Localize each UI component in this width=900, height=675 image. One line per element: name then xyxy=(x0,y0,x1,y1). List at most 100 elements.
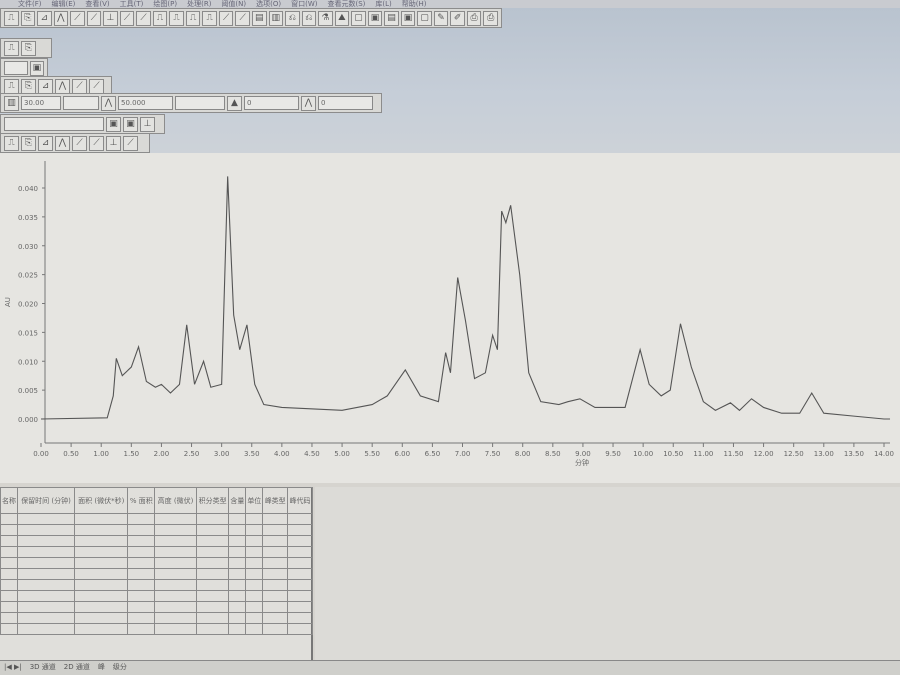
tool-button[interactable]: ⊥ xyxy=(103,10,118,26)
table-cell[interactable] xyxy=(154,546,197,558)
table-cell[interactable] xyxy=(154,557,197,569)
table-cell[interactable] xyxy=(228,579,247,591)
empty-field-2[interactable] xyxy=(175,96,225,110)
tool-button[interactable]: ⎍ xyxy=(169,10,184,26)
table-row[interactable] xyxy=(0,579,313,591)
table-cell[interactable] xyxy=(74,568,129,580)
column-header[interactable]: 峰代码 xyxy=(287,487,313,514)
tool-button[interactable]: ▤ xyxy=(384,10,399,26)
tool-button[interactable]: ▣ xyxy=(106,116,121,132)
tool-button[interactable]: ⎍ xyxy=(185,10,201,26)
table-cell[interactable] xyxy=(195,579,230,591)
tool-button[interactable]: ▣ xyxy=(29,60,44,76)
table-cell[interactable] xyxy=(262,623,289,635)
table-cell[interactable] xyxy=(16,513,76,525)
table-cell[interactable] xyxy=(287,612,313,624)
tool-button[interactable]: ⎘ xyxy=(20,10,36,26)
table-cell[interactable] xyxy=(127,535,156,547)
tool-button[interactable]: ⟋ xyxy=(72,78,87,94)
tool-button[interactable]: ⊿ xyxy=(38,78,53,94)
time-icon[interactable]: ▥ xyxy=(4,95,19,111)
tool-button[interactable]: ▣ xyxy=(123,116,138,132)
column-header[interactable]: 含量 xyxy=(228,487,247,514)
table-cell[interactable] xyxy=(195,590,230,602)
table-cell[interactable] xyxy=(0,601,18,613)
tab-3[interactable]: 级分 xyxy=(113,661,127,675)
tool-button[interactable]: ✎ xyxy=(433,10,449,26)
table-cell[interactable] xyxy=(154,579,197,591)
empty-field[interactable] xyxy=(63,96,99,110)
table-row[interactable] xyxy=(0,568,313,580)
table-cell[interactable] xyxy=(16,524,76,536)
table-cell[interactable] xyxy=(228,557,247,569)
menu-item[interactable]: 库(L) xyxy=(375,0,391,8)
table-cell[interactable] xyxy=(245,535,264,547)
min-area-field[interactable]: 0 xyxy=(318,96,373,110)
tool-button[interactable]: ⎍ xyxy=(4,78,19,94)
table-cell[interactable] xyxy=(74,513,129,525)
table-cell[interactable] xyxy=(262,524,289,536)
table-cell[interactable] xyxy=(0,524,18,536)
tool-button[interactable]: ⊿ xyxy=(38,135,53,151)
table-cell[interactable] xyxy=(287,524,313,536)
table-row[interactable] xyxy=(0,524,313,536)
table-cell[interactable] xyxy=(195,557,230,569)
table-cell[interactable] xyxy=(127,568,156,580)
table-cell[interactable] xyxy=(154,513,197,525)
table-cell[interactable] xyxy=(0,612,18,624)
table-cell[interactable] xyxy=(0,623,18,635)
table-cell[interactable] xyxy=(245,623,264,635)
tool-button[interactable]: ⎙ xyxy=(483,10,498,26)
peak-width-field[interactable]: 50.000 xyxy=(118,96,173,110)
table-cell[interactable] xyxy=(0,590,18,602)
menu-item[interactable]: 帮助(H) xyxy=(402,0,427,8)
tool-button[interactable]: ⎘ xyxy=(21,40,36,56)
table-cell[interactable] xyxy=(195,535,230,547)
table-cell[interactable] xyxy=(0,513,18,525)
table-cell[interactable] xyxy=(0,546,18,558)
table-cell[interactable] xyxy=(245,513,264,525)
tool-button[interactable]: ⎙ xyxy=(466,10,482,26)
table-cell[interactable] xyxy=(245,568,264,580)
table-cell[interactable] xyxy=(287,557,313,569)
table-cell[interactable] xyxy=(74,546,129,558)
table-cell[interactable] xyxy=(0,568,18,580)
table-cell[interactable] xyxy=(262,612,289,624)
tool-button[interactable]: ⟋ xyxy=(136,10,151,26)
tool-button[interactable]: ⎍ xyxy=(4,10,19,26)
menu-item[interactable]: 窗口(W) xyxy=(291,0,317,8)
table-cell[interactable] xyxy=(262,579,289,591)
tool-button[interactable]: ⎍ xyxy=(152,10,168,26)
tool-button[interactable]: ▢ xyxy=(351,10,366,26)
table-cell[interactable] xyxy=(127,601,156,613)
min-area-icon[interactable]: ⋀ xyxy=(301,95,316,111)
table-cell[interactable] xyxy=(245,612,264,624)
menu-item[interactable]: 编辑(E) xyxy=(52,0,76,8)
table-cell[interactable] xyxy=(195,513,230,525)
table-cell[interactable] xyxy=(228,612,247,624)
table-cell[interactable] xyxy=(228,546,247,558)
tool-button[interactable]: ⟋ xyxy=(86,10,102,26)
menu-item[interactable]: 文件(F) xyxy=(18,0,42,8)
tool-button[interactable]: ▤ xyxy=(251,10,267,26)
menu-item[interactable]: 阈值(N) xyxy=(221,0,246,8)
table-cell[interactable] xyxy=(127,612,156,624)
table-cell[interactable] xyxy=(74,524,129,536)
table-cell[interactable] xyxy=(16,590,76,602)
select-box[interactable] xyxy=(4,61,28,75)
table-cell[interactable] xyxy=(0,579,18,591)
table-cell[interactable] xyxy=(154,568,197,580)
tool-button[interactable]: ⊥ xyxy=(140,116,155,132)
table-cell[interactable] xyxy=(127,513,156,525)
table-cell[interactable] xyxy=(245,524,264,536)
table-cell[interactable] xyxy=(228,535,247,547)
tab-0[interactable]: 3D 通道 xyxy=(30,661,56,675)
table-cell[interactable] xyxy=(74,623,129,635)
table-cell[interactable] xyxy=(228,524,247,536)
table-cell[interactable] xyxy=(245,557,264,569)
dropdown[interactable] xyxy=(4,117,104,131)
table-cell[interactable] xyxy=(195,601,230,613)
table-cell[interactable] xyxy=(287,513,313,525)
tool-button[interactable]: ⎌ xyxy=(301,10,317,26)
table-cell[interactable] xyxy=(228,601,247,613)
